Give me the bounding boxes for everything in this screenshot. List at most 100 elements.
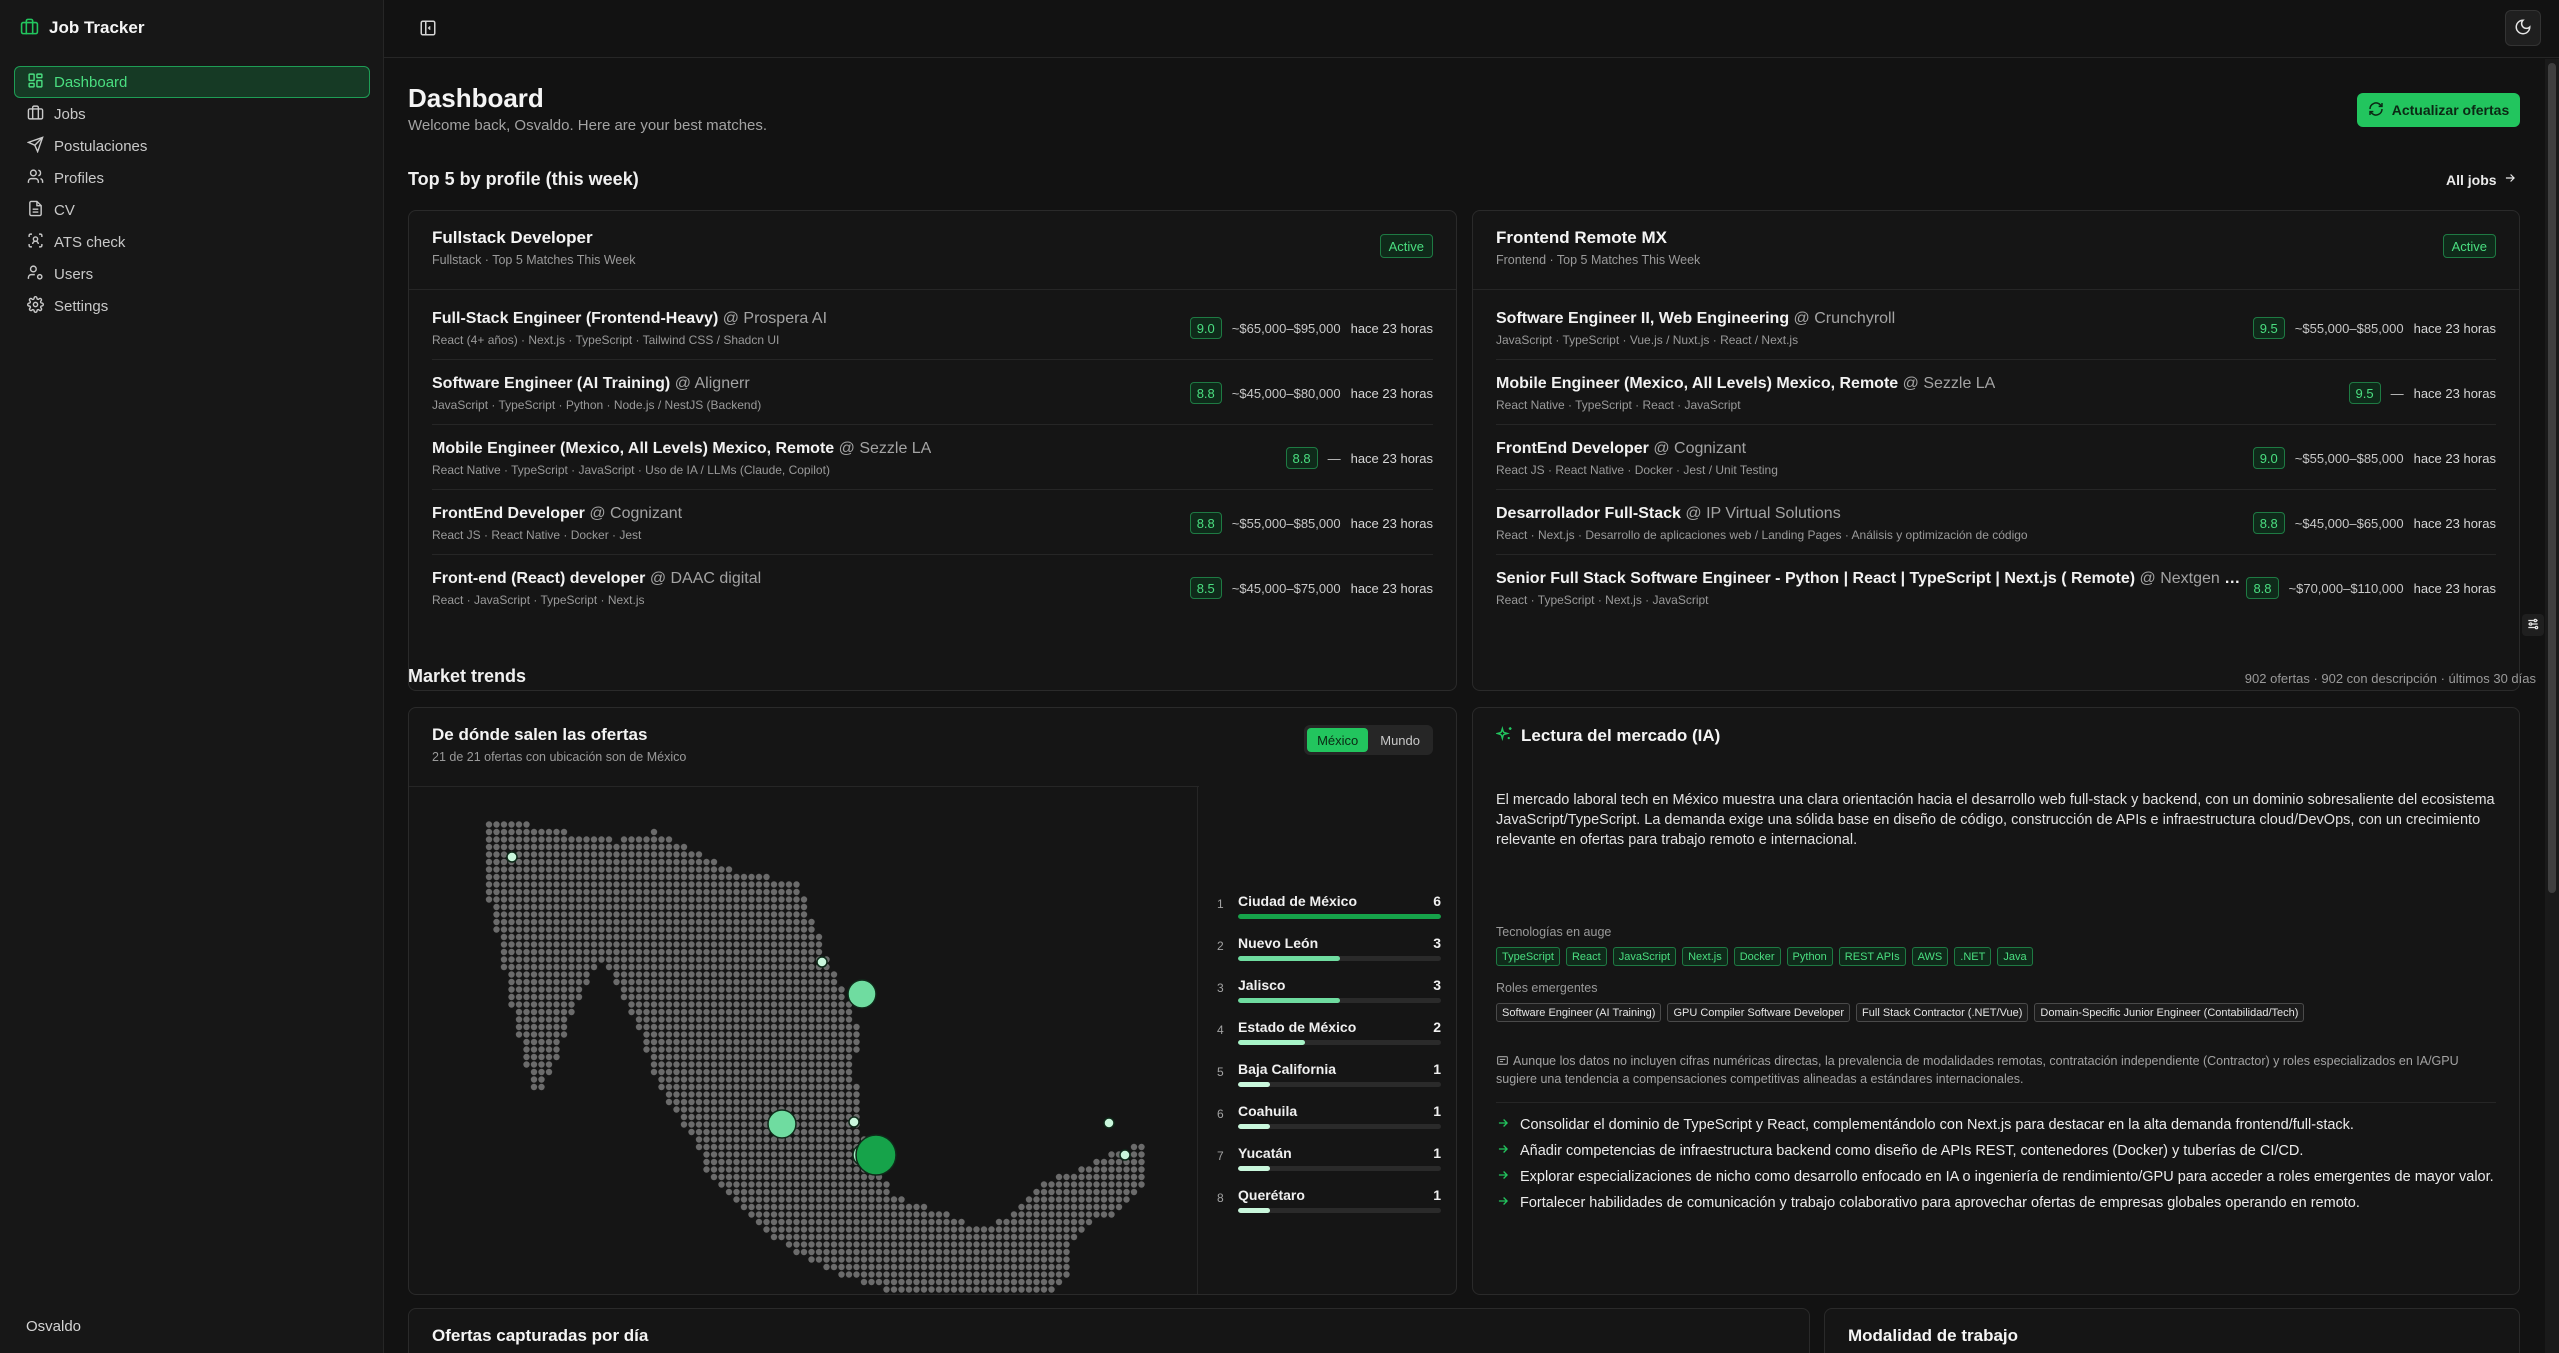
map-dot xyxy=(1040,1181,1048,1188)
job-row[interactable]: Software Engineer (AI Training) @ Aligne… xyxy=(432,360,1433,425)
sidebar-item-users[interactable]: Users xyxy=(14,258,370,290)
map-dot xyxy=(815,1256,823,1263)
map-dot xyxy=(725,1061,733,1068)
map-dot xyxy=(643,948,650,956)
job-row[interactable]: Front-end (React) developer @ DAAC digit… xyxy=(432,555,1433,620)
map-dot xyxy=(1033,1218,1040,1226)
state-rank-item[interactable]: 4 Estado de México 2 xyxy=(1217,1015,1441,1057)
map-dot xyxy=(793,1046,800,1053)
job-row[interactable]: Mobile Engineer (Mexico, All Levels) Mex… xyxy=(432,425,1433,490)
state-rank-item[interactable]: 6 Coahuila 1 xyxy=(1217,1099,1441,1141)
sidebar-item-cv[interactable]: CV xyxy=(14,194,370,226)
map-dot xyxy=(568,866,575,873)
sidebar-item-label: Dashboard xyxy=(54,73,128,91)
job-time: hace 23 horas xyxy=(2413,580,2496,596)
sidebar-item-postulaciones[interactable]: Postulaciones xyxy=(14,130,370,162)
map-dot xyxy=(748,1158,755,1166)
bubble-ciudad-de-mexico[interactable] xyxy=(855,1134,897,1176)
map-dot xyxy=(665,1068,673,1076)
map-dot xyxy=(530,1061,538,1068)
map-dot xyxy=(973,1233,980,1241)
scrollbar-thumb[interactable] xyxy=(2548,63,2556,893)
sidebar-item-ats-check[interactable]: ATS check xyxy=(14,226,370,258)
map-dot xyxy=(620,873,628,881)
map-dot xyxy=(710,1173,718,1181)
scrollbar[interactable] xyxy=(2545,59,2559,1353)
map-dot xyxy=(770,903,778,911)
map-dot xyxy=(725,956,733,963)
map-dot xyxy=(733,1091,740,1098)
map-dot xyxy=(598,873,605,881)
map-dot xyxy=(1138,1158,1145,1166)
job-row[interactable]: Full-Stack Engineer (Frontend-Heavy) @ P… xyxy=(432,295,1433,360)
state-rank-item[interactable]: 1 Ciudad de México 6 xyxy=(1217,889,1441,931)
map-dot xyxy=(740,1083,748,1091)
map-dot xyxy=(710,978,718,986)
map-dot xyxy=(838,1016,845,1023)
theme-toggle-button[interactable] xyxy=(2505,10,2541,46)
map-dot xyxy=(1138,1181,1145,1188)
bubble-baja-california[interactable] xyxy=(506,851,518,863)
map-dot xyxy=(868,1241,875,1248)
map-dot xyxy=(590,963,598,971)
map-dot xyxy=(823,971,830,978)
map-dot xyxy=(1055,1181,1063,1188)
map-dot xyxy=(545,903,553,911)
map-dot xyxy=(560,1031,568,1038)
job-row[interactable]: Mobile Engineer (Mexico, All Levels) Mex… xyxy=(1496,360,2496,425)
map-dot xyxy=(688,1098,695,1106)
map-dot xyxy=(680,956,688,963)
market-caption: 902 ofertas · 902 con descripción · últi… xyxy=(2244,671,2536,686)
state-rank-item[interactable]: 5 Baja California 1 xyxy=(1217,1057,1441,1099)
map-dot xyxy=(628,881,635,888)
map-dot xyxy=(793,1061,800,1068)
toggle-sidebar-button[interactable] xyxy=(414,15,442,43)
job-row[interactable]: Desarrollador Full-Stack @ IP Virtual So… xyxy=(1496,490,2496,555)
map-dot xyxy=(523,956,530,963)
state-rank-item[interactable]: 2 Nuevo León 3 xyxy=(1217,931,1441,973)
map-dot xyxy=(770,1068,778,1076)
bubble-jalisco[interactable] xyxy=(767,1109,797,1139)
map-dot xyxy=(823,1233,830,1241)
job-row[interactable]: FrontEnd Developer @ Cognizant React JS … xyxy=(1496,425,2496,490)
bubble-quintana-roo[interactable] xyxy=(1119,1149,1131,1161)
map-dot xyxy=(493,843,500,851)
map-dot xyxy=(500,903,508,911)
map-dot xyxy=(530,963,538,971)
map-dot xyxy=(793,1076,800,1083)
toggle-mundo[interactable]: Mundo xyxy=(1370,728,1430,752)
map-dot xyxy=(838,1113,845,1121)
map-dot xyxy=(763,933,770,941)
sidebar-item-settings[interactable]: Settings xyxy=(14,290,370,322)
state-rank-item[interactable]: 7 Yucatán 1 xyxy=(1217,1141,1441,1183)
filter-panel-button[interactable] xyxy=(2522,614,2544,636)
current-user[interactable]: Osvaldo xyxy=(26,1318,81,1335)
bubble-nuevo-leon[interactable] xyxy=(847,979,877,1009)
job-row[interactable]: Senior Full Stack Software Engineer - Py… xyxy=(1496,555,2496,620)
all-jobs-link[interactable]: All jobs xyxy=(2446,171,2517,188)
bubble-coahuila[interactable] xyxy=(816,956,828,968)
map-dot xyxy=(493,821,500,828)
bubble-yucatan[interactable] xyxy=(1103,1117,1115,1129)
job-row[interactable]: FrontEnd Developer @ Cognizant React JS … xyxy=(432,490,1433,555)
state-rank-item[interactable]: 8 Querétaro 1 xyxy=(1217,1183,1441,1225)
brand[interactable]: Job Tracker xyxy=(20,16,144,40)
bubble-queretaro[interactable] xyxy=(848,1116,860,1128)
sidebar-item-profiles[interactable]: Profiles xyxy=(14,162,370,194)
map-dot xyxy=(740,918,748,926)
map-dot xyxy=(718,948,725,956)
map-dot xyxy=(583,858,590,866)
toggle-mexico[interactable]: México xyxy=(1307,728,1369,752)
map-dot xyxy=(995,1226,1003,1233)
map-dot xyxy=(785,1173,793,1181)
map-dot xyxy=(598,903,605,911)
job-row[interactable]: Software Engineer II, Web Engineering @ … xyxy=(1496,295,2496,360)
state-rank-item[interactable]: 3 Jalisco 3 xyxy=(1217,973,1441,1015)
sidebar-item-jobs[interactable]: Jobs xyxy=(14,98,370,130)
map-dot xyxy=(800,926,808,933)
refresh-offers-button[interactable]: Actualizar ofertas xyxy=(2357,93,2520,127)
sidebar-item-dashboard[interactable]: Dashboard xyxy=(14,66,370,98)
map-dot xyxy=(748,1121,755,1128)
map-dot xyxy=(643,888,650,896)
map-dot xyxy=(695,1031,703,1038)
